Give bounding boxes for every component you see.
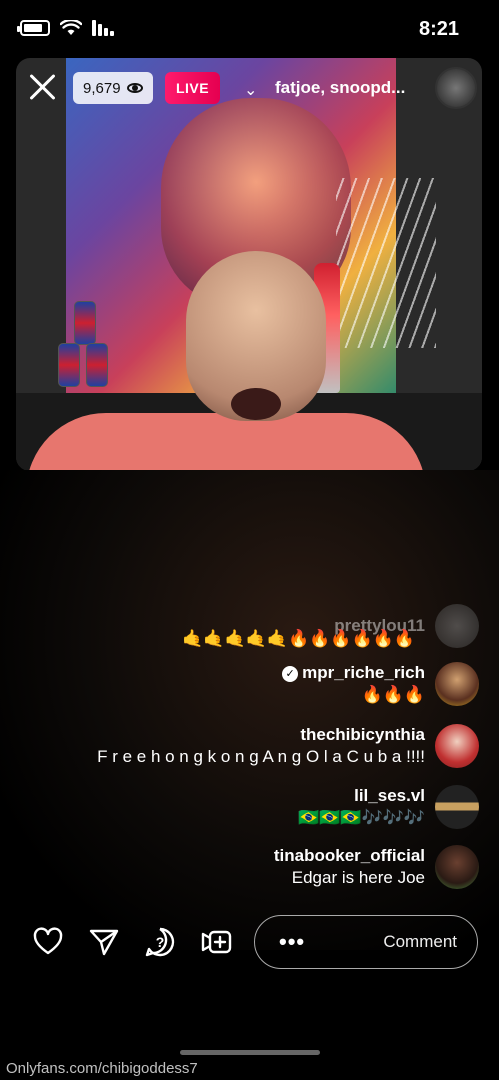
send-icon[interactable] [88,926,120,958]
comment-username: lil_ses.vl [354,786,425,805]
status-time: 8:21 [418,18,459,40]
comment-username: tinabooker_official [273,846,425,865]
battery-icon [17,20,50,36]
question-icon[interactable]: ? [144,926,176,958]
comment-username: thechibicynthia [300,725,425,744]
svg-text:?: ? [156,934,165,950]
comment-item[interactable]: lil_ses.vl 🇧🇷🇧🇷🇧🇷🎶🎶🎶 [298,785,479,829]
comment-message: F r e e h o n g k o n g A n g O l a C u … [97,747,425,766]
comment-item: 🤙🤙🤙🤙🤙🔥🔥🔥🔥🔥🔥 [182,627,415,649]
comment-message: 🤙🤙🤙🤙🤙🔥🔥🔥🔥🔥🔥 [182,629,415,648]
host-name[interactable]: fatjoe, snoopd... [275,78,405,98]
host-shirt [26,413,426,471]
comment-message: 🇧🇷🇧🇷🇧🇷🎶🎶🎶 [297,808,425,827]
close-button[interactable] [26,70,60,104]
chevron-down-icon[interactable]: ⌄ [244,80,257,100]
avatar [435,662,479,706]
eye-icon [126,83,143,93]
wifi-icon [60,20,82,35]
host-mouth [231,388,281,420]
comment-item[interactable]: thechibicynthia F r e e h o n g k o n g … [97,724,479,768]
comment-message: 🔥🔥🔥 [361,685,425,704]
live-badge: LIVE [165,72,220,104]
verified-icon: ✓ [282,666,299,682]
heart-icon[interactable] [32,926,64,958]
add-video-icon[interactable] [200,926,232,958]
more-options-button[interactable]: ••• [279,929,305,955]
soda-can [58,343,80,387]
viewer-count: 9,679 [83,79,121,97]
comment-item[interactable]: ✓ mpr_riche_rich 🔥🔥🔥 [282,662,479,706]
soda-can [74,301,96,345]
live-video[interactable] [16,58,482,471]
comment-username: ✓ mpr_riche_rich [282,663,425,683]
watermark: Onlyfans.com/chibigoddess7 [6,1060,198,1077]
avatar [435,785,479,829]
home-indicator[interactable] [180,1050,320,1055]
signal-icon [92,20,114,36]
status-icons [17,20,114,36]
avatar [435,724,479,768]
avatar [435,845,479,889]
soda-can [86,343,108,387]
host-avatar[interactable] [435,67,477,109]
viewer-count-pill[interactable]: 9,679 [73,72,153,104]
status-bar: 8:21 [0,0,499,60]
avatar [435,604,479,648]
comment-input[interactable]: ••• Comment [254,915,478,969]
comment-placeholder: Comment [383,932,457,951]
comment-item[interactable]: tinabooker_official Edgar is here Joe [274,845,479,889]
comment-message: Edgar is here Joe [291,868,425,887]
